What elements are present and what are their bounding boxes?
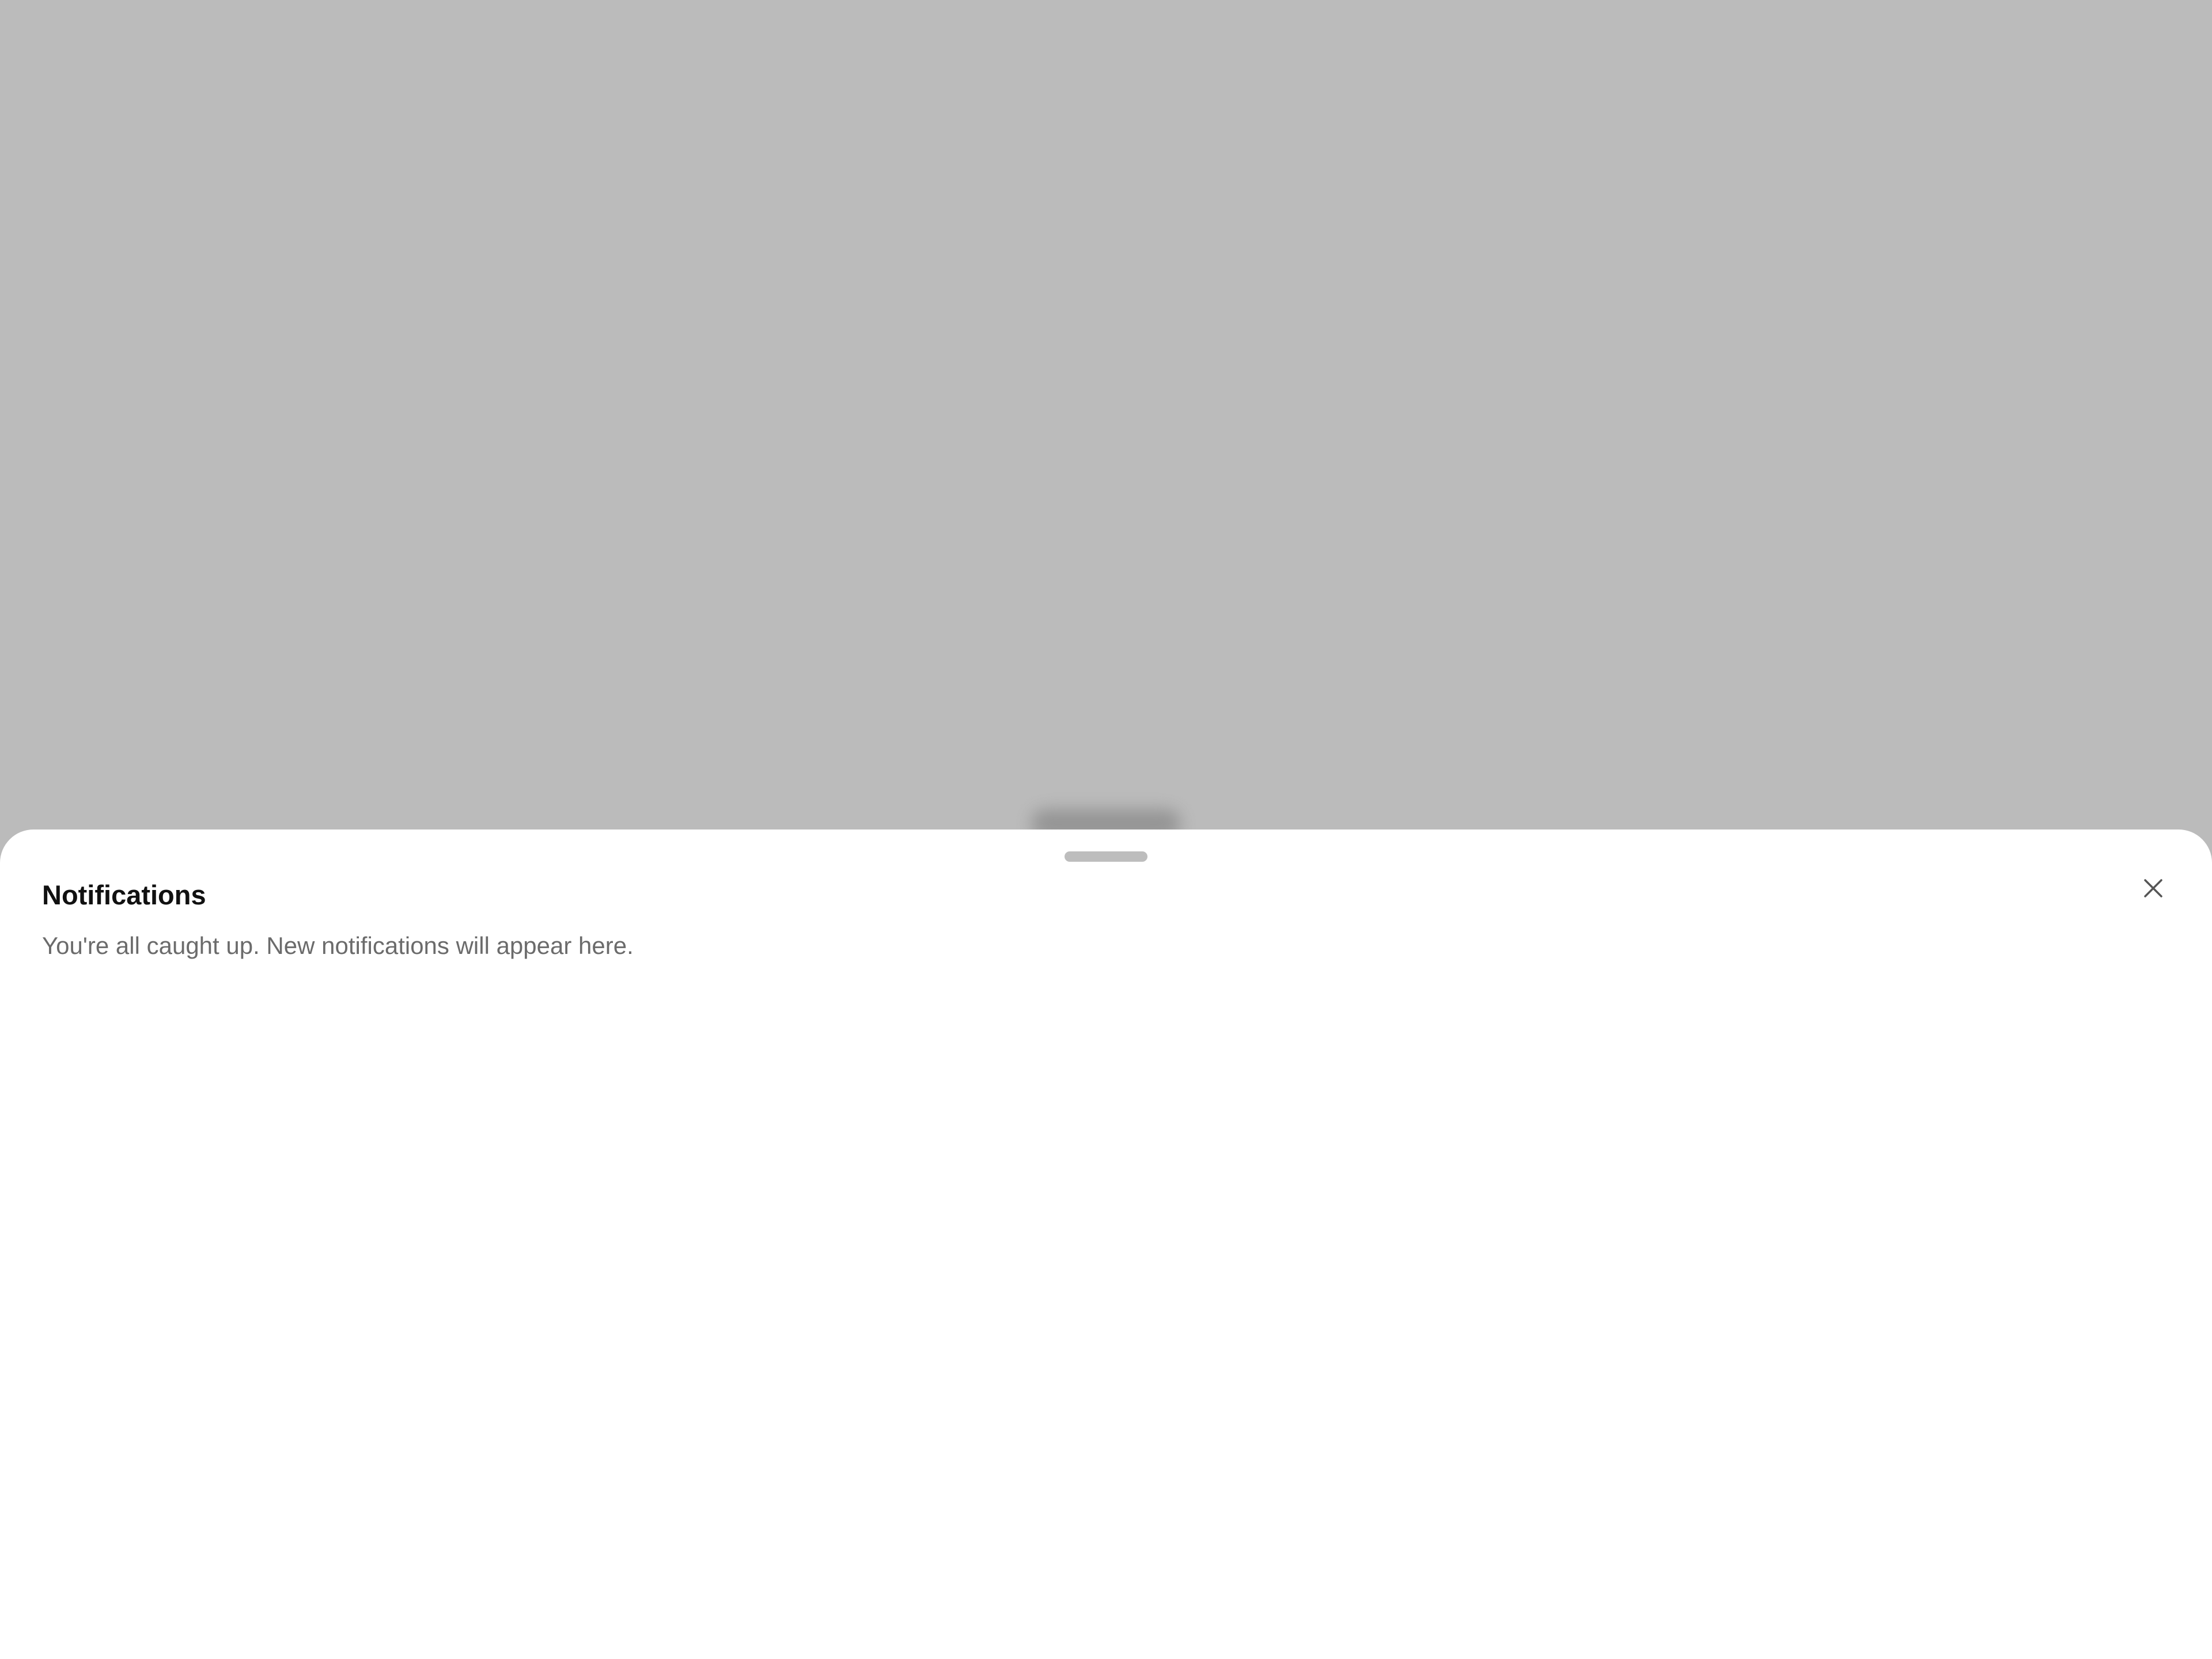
notifications-sheet: Notifications You're all caught up. New … xyxy=(0,830,2212,1659)
close-icon xyxy=(2143,878,2163,898)
empty-state-message: You're all caught up. New notifications … xyxy=(42,932,634,959)
sheet-grabber-handle[interactable] xyxy=(1065,851,1147,862)
sheet-title: Notifications xyxy=(42,880,206,910)
close-button[interactable] xyxy=(2133,868,2174,909)
